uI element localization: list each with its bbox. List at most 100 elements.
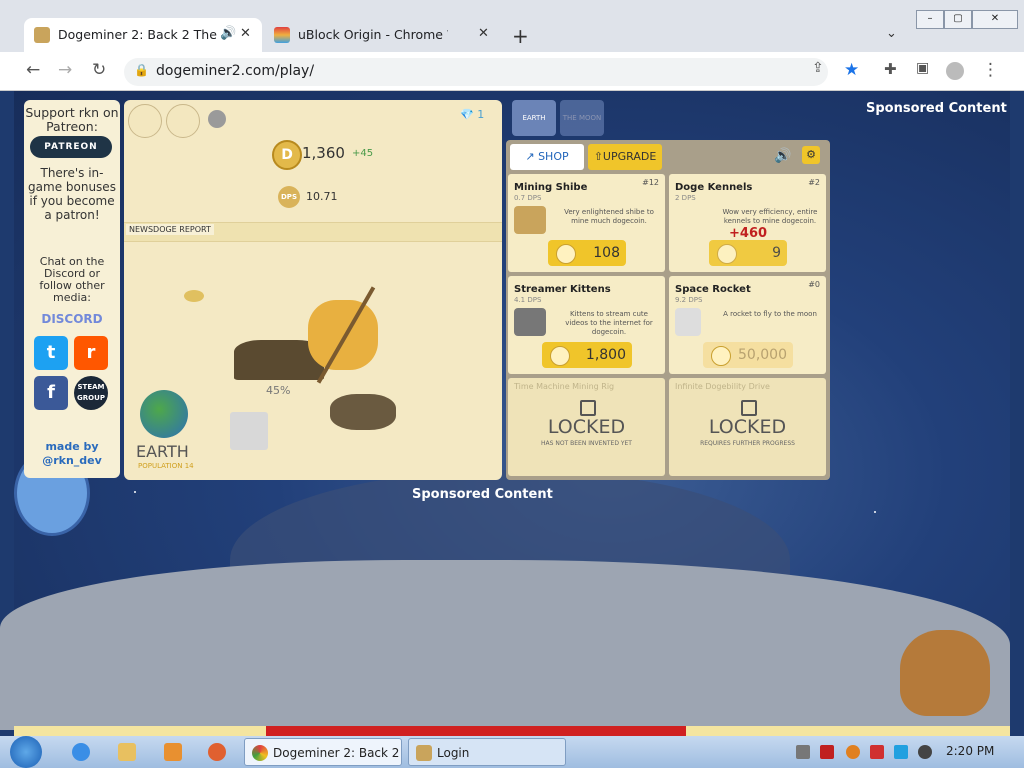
earth-globe-icon[interactable] — [140, 390, 188, 438]
rocket-image — [675, 308, 701, 336]
url-text[interactable]: dogeminer2.com/play/ — [156, 63, 314, 79]
ie-icon[interactable] — [72, 743, 90, 761]
buy-button[interactable]: 1,800 — [542, 342, 632, 368]
planet-name: EARTH — [136, 442, 189, 461]
shop-item-locked-2: Infinite Dogebility Drive LOCKED REQUIRE… — [669, 378, 826, 476]
mining-shibe-image — [514, 206, 546, 234]
patron-bonus-text: There's in-game bonuses if you become a … — [28, 166, 116, 222]
reload-icon[interactable]: ↻ — [92, 60, 106, 80]
explorer-icon[interactable] — [118, 743, 136, 761]
item-price: 1,800 — [585, 347, 626, 363]
pickaxe-icon[interactable] — [128, 104, 162, 138]
lock-icon[interactable]: 🔒 — [134, 63, 149, 77]
coin-balance: 1,360 — [302, 144, 345, 162]
tray-antivirus-icon[interactable] — [820, 745, 834, 759]
helper-icon[interactable] — [166, 104, 200, 138]
patreon-button[interactable]: PATREON — [30, 136, 112, 158]
locked-item-name: Time Machine Mining Rig — [514, 382, 615, 391]
helper-doges-image — [330, 394, 396, 430]
buy-button[interactable]: 50,000 — [703, 342, 793, 368]
tab-title: uBlock Origin - Chrome Web Stor — [298, 27, 448, 42]
doge-favicon — [34, 27, 50, 43]
floating-coin-icon[interactable] — [184, 290, 204, 302]
tray-search-icon[interactable] — [846, 745, 860, 759]
tray-network-icon[interactable] — [894, 745, 908, 759]
shop-item-streamer-kittens[interactable]: Streamer Kittens 4.1 DPS Kittens to stre… — [508, 276, 665, 374]
kittens-image — [514, 308, 546, 336]
coin-icon — [717, 244, 737, 264]
profile-avatar-icon[interactable] — [946, 62, 964, 80]
tab-close-icon[interactable]: ✕ — [240, 26, 251, 41]
media-player-icon[interactable] — [164, 743, 182, 761]
upgrade-tab-label: UPGRADE — [602, 150, 657, 163]
locked-title: LOCKED — [708, 416, 787, 438]
coin-icon — [711, 346, 731, 366]
made-by-credit[interactable]: made by @rkn_dev — [24, 440, 120, 468]
tab-audio-icon[interactable]: 🔊 — [220, 26, 236, 41]
shop-item-doge-kennels[interactable]: Doge Kennels 2 DPS #2 Wow very efficienc… — [669, 174, 826, 272]
lock-icon — [741, 400, 757, 416]
shop-tab[interactable]: ↗ SHOP — [510, 144, 584, 170]
locked-subtitle: HAS NOT BEEN INVENTED YET — [541, 440, 632, 447]
sound-icon[interactable]: 🔊 — [774, 148, 791, 164]
start-button[interactable] — [10, 736, 42, 768]
sponsored-content-middle[interactable]: Sponsored Content — [412, 487, 553, 502]
settings-gear-icon[interactable]: ⚙ — [802, 146, 820, 164]
tab-close-icon[interactable]: ✕ — [478, 26, 489, 41]
gem-count: 1 — [477, 108, 485, 121]
app-icon[interactable] — [208, 743, 226, 761]
item-name: Streamer Kittens — [514, 284, 611, 295]
minimize-button[interactable]: – — [916, 10, 944, 29]
item-count: #12 — [642, 178, 659, 187]
menu-kebab-icon[interactable]: ⋮ — [982, 60, 999, 80]
mining-progress: 45% — [266, 384, 291, 397]
moon-surface — [0, 560, 1010, 730]
mining-panel: 💎 1 D 1,360 +45 DPS 10.71 NEWSDOGE REPOR… — [124, 100, 502, 480]
world-tab-earth[interactable]: EARTH — [512, 100, 556, 136]
coin-icon — [556, 244, 576, 264]
maximize-button[interactable]: ▢ — [944, 10, 972, 29]
new-tab-icon[interactable]: + — [512, 24, 529, 48]
tab-dogeminer[interactable]: Dogeminer 2: Back 2 The Mo 🔊 ✕ — [24, 18, 262, 52]
steam-group-icon[interactable]: STEAM GROUP — [74, 376, 108, 410]
tray-volume-icon[interactable] — [918, 745, 932, 759]
item-dps: 0.7 DPS — [514, 194, 542, 202]
facebook-icon[interactable]: f — [34, 376, 68, 410]
discord-button[interactable]: DISCORD — [28, 308, 116, 330]
item-price: 50,000 — [738, 347, 787, 363]
item-desc: Wow very efficiency, entire kennels to m… — [722, 208, 818, 225]
discord-chat-text: Chat on the Discord or follow other medi… — [39, 255, 105, 304]
item-price: 9 — [772, 245, 781, 261]
coin-rate: +45 — [352, 148, 374, 159]
reddit-icon[interactable]: r — [74, 336, 108, 370]
world-tab-moon[interactable]: THE MOON — [560, 100, 604, 136]
gem-counter[interactable]: 💎 1 — [460, 108, 484, 121]
item-desc: A rocket to fly to the moon — [723, 310, 817, 318]
extensions-icon[interactable]: ✚ — [884, 60, 897, 78]
shop-item-space-rocket[interactable]: Space Rocket 9.2 DPS #0 A rocket to fly … — [669, 276, 826, 374]
item-count: #2 — [808, 178, 820, 187]
buy-button[interactable]: 9 — [709, 240, 787, 266]
tab-ublock[interactable]: uBlock Origin - Chrome Web Stor ✕ — [264, 18, 500, 52]
item-dps: 9.2 DPS — [675, 296, 703, 304]
forward-icon[interactable]: → — [58, 60, 72, 80]
tray-flag-icon[interactable] — [870, 745, 884, 759]
shop-item-mining-shibe[interactable]: Mining Shibe 0.7 DPS #12 Very enlightene… — [508, 174, 665, 272]
item-desc: Very enlightened shibe to mine much doge… — [564, 208, 654, 225]
tray-icon[interactable] — [796, 745, 810, 759]
close-window-button[interactable]: ✕ — [972, 10, 1018, 29]
upgrade-tab[interactable]: ⇧UPGRADE — [588, 144, 662, 170]
buy-button[interactable]: 108 — [548, 240, 626, 266]
side-panel-icon[interactable]: ▣ — [916, 60, 929, 76]
bookmark-star-icon[interactable]: ★ — [844, 60, 859, 80]
twitter-icon[interactable]: t — [34, 336, 68, 370]
item-name: Doge Kennels — [675, 182, 753, 193]
item-desc: Kittens to stream cute videos to the int… — [565, 310, 653, 336]
flag-icon[interactable] — [208, 110, 226, 128]
share-icon[interactable]: ⇪ — [812, 60, 824, 76]
taskbar-clock[interactable]: 2:20 PM — [946, 744, 994, 758]
back-icon[interactable]: ← — [26, 60, 40, 80]
sponsored-content-top[interactable]: Sponsored Content — [866, 101, 1007, 116]
tab-search-chevron-icon[interactable]: ⌄ — [886, 26, 897, 41]
shop-panel: ↗ SHOP ⇧UPGRADE 🔊 ⚙ Mining Shibe 0.7 DPS… — [506, 140, 830, 480]
